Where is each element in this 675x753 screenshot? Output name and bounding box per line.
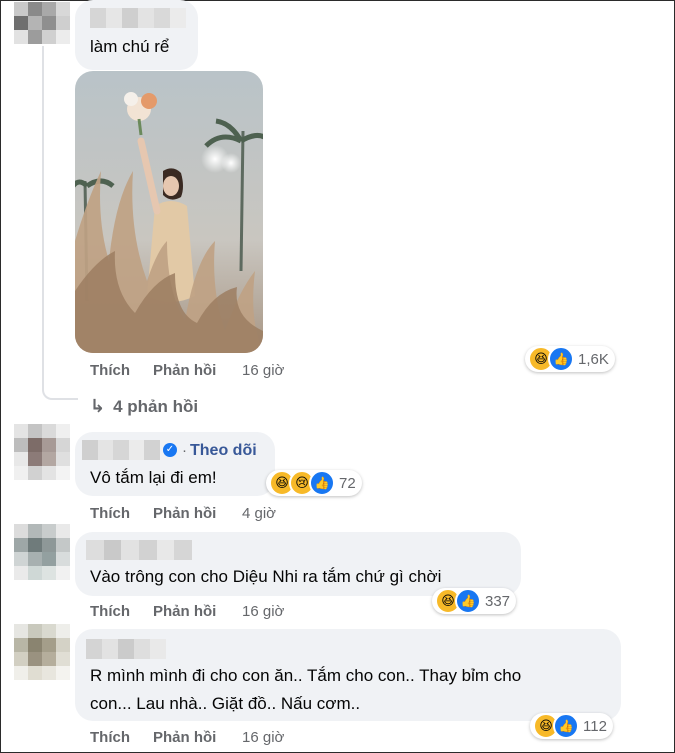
like-icon: 👍 xyxy=(455,588,481,614)
like-button[interactable]: Thích xyxy=(90,505,130,522)
reaction-count: 337 xyxy=(485,592,511,610)
commenter-name[interactable] xyxy=(82,440,160,460)
reply-button[interactable]: Phản hồi xyxy=(153,729,216,746)
avatar[interactable] xyxy=(14,624,70,680)
reply-arrow-icon: ↳ xyxy=(90,396,106,416)
like-icon: 👍 xyxy=(548,346,574,372)
comment-text: Vô tắm lại đi em! xyxy=(90,468,217,487)
reaction-summary[interactable]: 😆 👍 112 xyxy=(530,713,613,739)
bride-photo-image xyxy=(75,71,263,353)
comment-timestamp[interactable]: 16 giờ xyxy=(242,729,284,746)
like-button[interactable]: Thích xyxy=(90,603,130,620)
reaction-count: 1,6K xyxy=(578,350,609,368)
view-replies-link[interactable]: ↳ 4 phản hồi xyxy=(90,396,198,417)
reply-button[interactable]: Phản hồi xyxy=(153,505,216,522)
like-icon: 👍 xyxy=(309,470,335,496)
commenter-name[interactable] xyxy=(86,540,193,560)
view-replies-label: 4 phản hồi xyxy=(113,396,199,416)
follow-link[interactable]: Theo dõi xyxy=(190,442,257,460)
commenter-name[interactable] xyxy=(90,8,186,28)
reaction-summary[interactable]: 😆 👍 337 xyxy=(432,588,517,614)
commenter-name[interactable] xyxy=(86,639,166,659)
reaction-summary[interactable]: 😆 😢 👍 72 xyxy=(266,470,362,496)
follow-button[interactable]: · xyxy=(182,442,187,459)
comment-text-line-1: R mình mình đi cho con ăn.. Tắm cho con.… xyxy=(90,666,522,685)
avatar[interactable] xyxy=(14,2,70,44)
verified-badge-icon: ✓ xyxy=(163,443,177,457)
like-button[interactable]: Thích xyxy=(90,362,130,379)
avatar[interactable] xyxy=(14,424,70,480)
reaction-count: 112 xyxy=(583,717,607,735)
like-button[interactable]: Thích xyxy=(90,729,130,746)
comment-timestamp[interactable]: 16 giờ xyxy=(242,362,284,379)
reply-button[interactable]: Phản hồi xyxy=(153,362,216,379)
like-icon: 👍 xyxy=(553,713,579,739)
comment-text-line-2: con... Lau nhà.. Giặt đồ.. Nấu cơm.. xyxy=(90,694,361,713)
comment-timestamp[interactable]: 4 giờ xyxy=(242,505,276,522)
comment-text: Vào trông con cho Diệu Nhi ra tắm chứ gì… xyxy=(90,567,442,586)
comment-timestamp[interactable]: 16 giờ xyxy=(242,603,284,620)
avatar[interactable] xyxy=(14,524,70,580)
reaction-count: 72 xyxy=(339,474,356,492)
comment-photo[interactable] xyxy=(75,71,263,353)
reaction-summary[interactable]: 😆 👍 1,6K xyxy=(525,346,615,372)
reply-button[interactable]: Phản hồi xyxy=(153,603,216,620)
thread-line xyxy=(42,46,78,400)
comment-text: làm chú rể xyxy=(90,37,170,56)
